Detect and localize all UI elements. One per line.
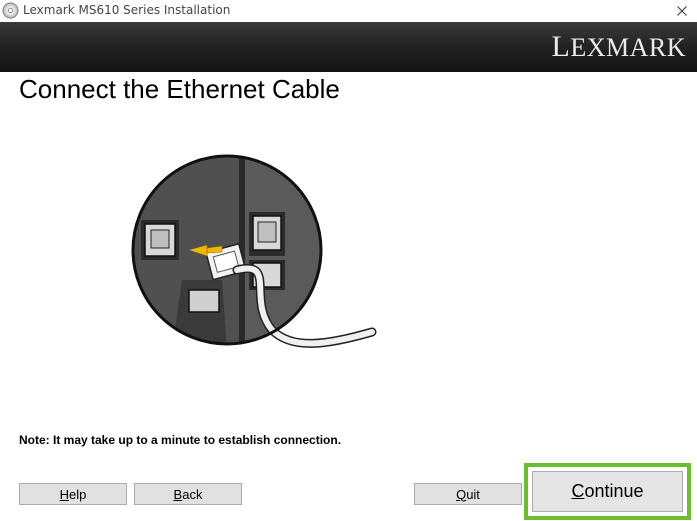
continue-button[interactable]: Continue bbox=[532, 471, 683, 512]
window-title: Lexmark MS610 Series Installation bbox=[23, 3, 231, 17]
page-title: Connect the Ethernet Cable bbox=[19, 74, 340, 104]
continue-highlight: Continue bbox=[524, 463, 691, 520]
close-icon bbox=[677, 6, 687, 16]
disc-icon bbox=[2, 2, 19, 19]
title-bar: Lexmark MS610 Series Installation bbox=[0, 0, 697, 23]
back-button[interactable]: Back bbox=[134, 483, 242, 505]
close-button[interactable] bbox=[667, 0, 697, 22]
ethernet-cable-connection-illustration bbox=[131, 154, 377, 348]
connection-note: Note: It may take up to a minute to esta… bbox=[19, 433, 342, 447]
help-button[interactable]: Help bbox=[19, 483, 127, 505]
quit-button[interactable]: Quit bbox=[414, 483, 522, 505]
lexmark-logo: LEXMARK bbox=[551, 30, 686, 63]
header-banner: LEXMARK bbox=[0, 22, 697, 72]
